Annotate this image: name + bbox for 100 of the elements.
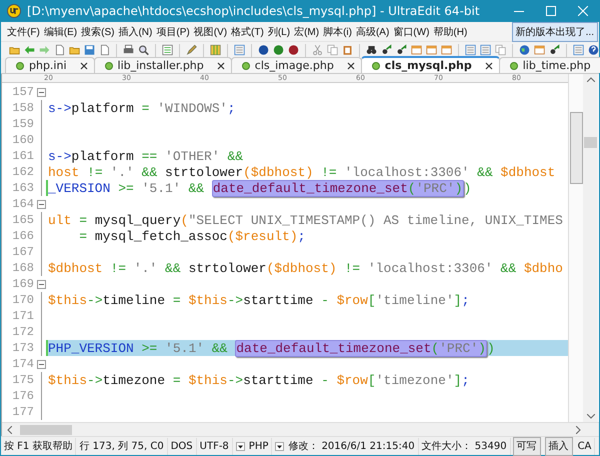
status-dropdown[interactable]: PHP (232, 438, 272, 454)
horizontal-scrollbar[interactable] (2, 422, 599, 436)
replace-icon[interactable] (396, 43, 407, 57)
line-number: 172 (11, 325, 35, 339)
status-text: 文件大小： 53490 (418, 438, 511, 454)
update-notice-button[interactable]: 新的版本出现了... (512, 22, 598, 42)
line-number: 177 (11, 405, 35, 419)
status-text: 行 173, 列 75, C0 (76, 438, 168, 454)
document-icon[interactable] (99, 43, 110, 57)
menu-item[interactable]: 高级(A) (354, 22, 392, 40)
line-number: 173 (11, 341, 35, 355)
columns-icon[interactable] (210, 43, 221, 57)
status-text: CA (574, 438, 596, 454)
copy-icon[interactable] (494, 43, 506, 57)
status-toggle-button[interactable]: 可写 (512, 436, 541, 456)
line-number: 158 (11, 101, 35, 115)
status-toggle-button[interactable]: 插入 (544, 436, 573, 456)
fold-toggle-icon[interactable] (36, 360, 46, 368)
round-badge-icon[interactable] (258, 43, 269, 57)
file-tab[interactable]: cls_mysql.php (360, 56, 500, 73)
menu-item[interactable]: 搜索(S) (79, 22, 116, 40)
close-icon[interactable] (216, 62, 225, 70)
code-line: host != '.' && strtolower($dbhost) != 'localhost:3306' && $dbhost (47, 164, 556, 180)
vertical-scrollbar[interactable] (583, 74, 598, 422)
close-icon[interactable] (484, 62, 493, 70)
code-line: $this->timeline = $this->starttime - $row['timeline']; (47, 292, 470, 308)
menu-item[interactable]: 插入(N) (116, 22, 154, 40)
replace-icon[interactable] (380, 43, 392, 57)
change-map-thumb[interactable] (570, 112, 583, 184)
copy-icon[interactable] (326, 43, 338, 57)
file-tab[interactable]: lib_time.php (498, 57, 600, 73)
file-tab[interactable]: lib_installer.php (94, 57, 232, 73)
status-text: 按 F1 获取帮助 (1, 438, 76, 454)
code-line: _VERSION >= '5.1' && date_default_timezone_set('PRC')) (46, 180, 568, 196)
panel-icon[interactable] (572, 43, 584, 57)
round-badge-icon[interactable] (272, 43, 284, 57)
menu-item[interactable]: 编辑(E) (42, 22, 80, 40)
close-icon[interactable] (80, 62, 88, 70)
panel-icon[interactable] (234, 43, 245, 57)
menu-item[interactable]: 文件(F) (5, 22, 42, 40)
scroll-right-icon[interactable] (576, 426, 581, 434)
scissors-icon[interactable] (312, 43, 323, 57)
panel-icon[interactable] (480, 43, 491, 57)
menu-item[interactable]: 项目(P) (154, 22, 192, 40)
menu-item[interactable]: 帮助(H) (431, 22, 470, 40)
window-title: [D:\myenv\apache\htdocs\ecshop\includes\cls_mysql.php] - UltraEdit 64-bit (27, 4, 481, 18)
round-badge-icon[interactable] (288, 43, 299, 57)
window-icon[interactable] (426, 43, 437, 57)
search-match-highlight: date_default_timezone_set('PRC') (212, 180, 464, 196)
menu-item[interactable]: 脚本(i) (321, 22, 354, 40)
fold-toggle-icon[interactable] (36, 88, 46, 96)
binoculars-icon[interactable] (366, 43, 377, 57)
dot-icon (242, 62, 250, 70)
line-number: 165 (11, 213, 35, 227)
status-dropdown[interactable]: 修改： 2016/6/1 21:15:40 (272, 438, 419, 454)
help-icon[interactable] (588, 43, 599, 57)
document-icon[interactable] (54, 43, 66, 57)
line-number: 163 (11, 181, 35, 195)
file-tab[interactable]: cls_image.php (230, 57, 362, 73)
dot-icon (510, 62, 518, 70)
close-icon[interactable] (346, 62, 355, 70)
code-line: s->platform == 'OTHER' && (47, 148, 244, 164)
dot-icon (104, 62, 113, 70)
list-icon[interactable] (162, 43, 174, 57)
fold-toggle-icon[interactable] (36, 280, 46, 288)
code-line: ult = mysql_query("SELECT UNIX_TIMESTAMP() AS timeline, UNIX_TIMES (47, 212, 564, 228)
menu-item[interactable]: 列(L) (266, 22, 292, 40)
clipboard-icon[interactable] (342, 43, 353, 57)
menu-item[interactable]: 宏(M) (292, 22, 322, 40)
scroll-thumb[interactable] (584, 137, 597, 148)
scroll-up-icon[interactable] (586, 77, 594, 82)
dot-icon (372, 62, 380, 70)
panel-icon[interactable] (464, 43, 476, 57)
magnifier-icon[interactable] (138, 43, 150, 57)
line-number: 160 (11, 133, 35, 147)
app-logo-icon (7, 4, 21, 18)
line-number: 170 (11, 293, 35, 307)
code-line: s->platform = 'WINDOWS'; (47, 100, 236, 116)
fold-toggle-icon[interactable] (36, 200, 46, 208)
line-number: 174 (11, 357, 35, 371)
line-number: 157 (11, 85, 35, 99)
scroll-thumb[interactable] (20, 424, 72, 434)
code-line: $dbhost != '.' && strtolower($dbhost) != 'localhost:3306' && $dbho (47, 260, 564, 276)
line-number: 171 (11, 309, 35, 323)
dot-icon (16, 62, 24, 70)
menu-item[interactable]: 格式(T) (229, 22, 266, 40)
file-tab[interactable]: php.ini (5, 57, 95, 73)
status-text: UTF-8 (196, 438, 233, 454)
line-number: 175 (11, 373, 35, 387)
globe-icon[interactable] (518, 43, 530, 57)
menu-item[interactable]: 视图(V) (192, 22, 230, 40)
line-number: 176 (11, 389, 35, 403)
pencil-icon[interactable] (186, 43, 198, 57)
scroll-left-icon[interactable] (7, 426, 12, 434)
line-number: 168 (11, 261, 35, 275)
menu-item[interactable]: 窗口(W) (391, 22, 432, 40)
scroll-down-icon[interactable] (586, 414, 594, 419)
maximize-icon[interactable] (546, 6, 556, 16)
window-icon[interactable] (440, 43, 452, 57)
replace-icon[interactable] (548, 43, 560, 57)
